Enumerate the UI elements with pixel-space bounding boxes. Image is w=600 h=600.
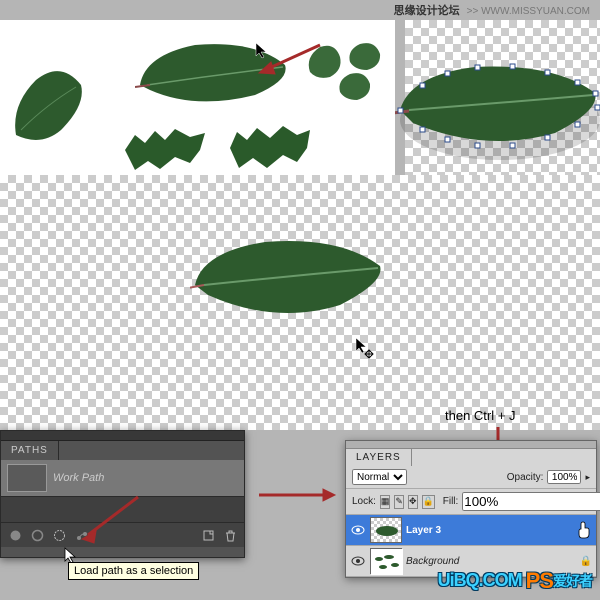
visibility-eye-icon[interactable] [350, 553, 366, 569]
stroke-path-icon[interactable] [29, 527, 45, 543]
opacity-label: Opacity: [507, 472, 544, 483]
chevron-right-icon[interactable]: ▸ [585, 472, 590, 483]
watermark-tld: .COM [479, 570, 522, 590]
leaf-with-path [395, 55, 600, 165]
leaf-serrated [120, 125, 210, 175]
leaf-serrated [225, 120, 315, 175]
tooltip: Load path as a selection [68, 562, 199, 580]
footer-watermark: UiBQ.COM PS爱好者 [438, 568, 592, 594]
opacity-input[interactable] [547, 470, 581, 484]
paths-panel[interactable]: PATHS Work Path [0, 430, 245, 558]
layer-name-label: Background [406, 556, 576, 567]
watermark-ps: PS [526, 568, 553, 593]
fill-path-icon[interactable] [7, 527, 23, 543]
delete-path-icon[interactable] [222, 527, 238, 543]
lock-icon: 🔒 [580, 556, 592, 567]
arrow-icon [255, 40, 325, 80]
new-path-icon[interactable] [200, 527, 216, 543]
layer-name-label: Layer 3 [406, 525, 572, 536]
layer-row-layer3[interactable]: Layer 3 [346, 515, 596, 546]
fill-label: Fill: [443, 496, 459, 507]
lock-all-icon[interactable]: 🔒 [422, 495, 435, 509]
path-thumbnail [7, 464, 47, 492]
lock-label: Lock: [352, 496, 376, 507]
load-selection-icon[interactable] [51, 527, 67, 543]
lock-transparent-icon[interactable]: ▦ [380, 495, 391, 509]
blend-mode-select[interactable]: Normal [352, 469, 407, 485]
fill-input[interactable] [462, 492, 600, 511]
lock-position-icon[interactable]: ✥ [408, 495, 418, 509]
visibility-eye-icon[interactable] [350, 522, 366, 538]
result-canvas [0, 175, 600, 430]
layers-tab[interactable]: LAYERS [346, 449, 412, 466]
blend-opacity-row: Normal Opacity: ▸ [346, 466, 596, 489]
path-name-label: Work Path [53, 472, 104, 484]
source-site-url: >> WWW.MISSYUAN.COM [467, 6, 590, 17]
watermark-domain: UiBQ [438, 570, 479, 590]
layer-thumbnail [370, 548, 402, 574]
lock-fill-row: Lock: ▦ ✎ ✥ 🔒 Fill: ▸ [346, 489, 596, 515]
arrow-icon [76, 491, 146, 546]
move-cursor-icon [355, 337, 375, 359]
source-watermark: 思缘设计论坛 >> WWW.MISSYUAN.COM [394, 2, 590, 18]
source-leaves-canvas [0, 20, 395, 175]
source-site-cn: 思缘设计论坛 [394, 5, 460, 17]
leaf-cutout [190, 230, 390, 330]
lock-pixels-icon[interactable]: ✎ [394, 495, 404, 509]
path-edit-canvas [405, 20, 600, 175]
arrow-icon [255, 485, 340, 505]
layers-panel[interactable]: LAYERS Normal Opacity: ▸ Lock: ▦ ✎ ✥ 🔒 F… [345, 440, 597, 578]
hand-cursor-icon [576, 521, 592, 539]
watermark-cn: 爱好者 [553, 573, 592, 589]
paths-tab[interactable]: PATHS [1, 441, 59, 460]
leaf-image [6, 65, 96, 155]
instruction-text: then Ctrl + J [445, 408, 515, 423]
layer-thumbnail [370, 517, 402, 543]
